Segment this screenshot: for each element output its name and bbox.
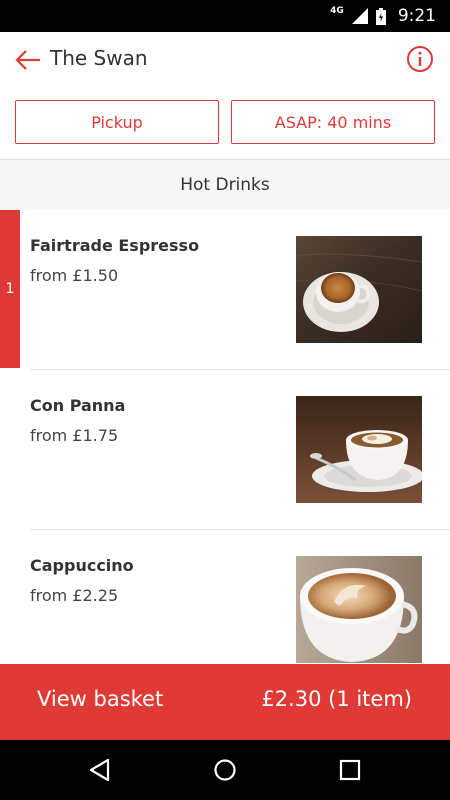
clock: 9:21 [397,6,436,26]
quantity-badge: 1 [0,210,20,368]
item-price: from £2.25 [30,586,119,605]
triangle-back-icon[interactable] [86,756,114,784]
item-name: Cappuccino [30,556,134,575]
menu-item-fairtrade-espresso[interactable]: 1 Fairtrade Espresso from £1.50 [0,210,450,370]
category-header: Hot Drinks [0,159,450,211]
item-price: from £1.75 [30,426,119,445]
system-nav-bar [0,740,450,800]
basket-label: View basket [37,687,164,711]
item-name: Fairtrade Espresso [30,236,200,255]
item-name: Con Panna [30,396,126,415]
arrow-left-icon[interactable] [14,46,42,74]
pickup-time-button[interactable]: ASAP: 40 mins [231,100,435,144]
cappuccino-photo [296,556,422,663]
item-price: from £1.50 [30,266,119,285]
pickup-time-label: ASAP: 40 mins [274,112,392,132]
status-bar: 4G 9:21 [0,0,450,32]
battery-icon [375,7,386,25]
square-recents-icon[interactable] [336,756,364,784]
quantity-count: 1 [5,281,15,297]
circle-home-icon[interactable] [211,756,239,784]
signal-icon [351,8,368,24]
network-type: 4G [330,6,344,16]
basket-total: £2.30 (1 item) [261,687,412,711]
pickup-button-label: Pickup [91,112,143,132]
page-title: The Swan [50,46,148,70]
espresso-photo [296,236,422,343]
info-circle-icon[interactable] [406,45,434,73]
menu-item-con-panna[interactable]: Con Panna from £1.75 [0,370,450,530]
category-title: Hot Drinks [180,175,270,195]
app-bar: The Swan [0,32,450,88]
con-panna-photo [296,396,422,503]
view-basket-button[interactable]: View basket £2.30 (1 item) [0,664,450,740]
pickup-button[interactable]: Pickup [15,100,219,144]
